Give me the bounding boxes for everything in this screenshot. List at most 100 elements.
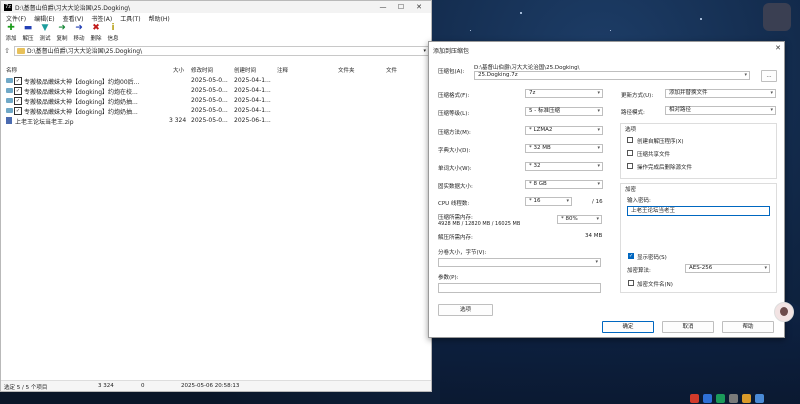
archive-label: 压缩包(A): (438, 69, 465, 75)
zip-file-icon (6, 117, 12, 124)
format-value: 7z (529, 90, 536, 96)
copy-button[interactable]: ➜ 复制 (55, 23, 69, 43)
chevron-down-icon: ▾ (597, 181, 600, 187)
test-button[interactable]: ▼ 测试 (38, 23, 52, 43)
menu-help[interactable]: 帮助(H) (149, 14, 170, 23)
tray-app-icon[interactable] (742, 394, 751, 403)
row-name: 上老王论坛当老王.zip (15, 119, 74, 126)
move-button[interactable]: ➜ 移动 (72, 24, 86, 43)
avatar[interactable] (774, 302, 794, 322)
format-select[interactable]: 7z ▾ (525, 89, 603, 98)
network-icon[interactable] (755, 394, 764, 403)
password-input[interactable]: 上老王论坛当老王 (627, 206, 770, 216)
row-checkbox[interactable]: ✓ (14, 107, 22, 115)
menu-view[interactable]: 查看(V) (63, 14, 84, 23)
enc-method-label: 加密算法: (627, 268, 651, 274)
maximize-button[interactable]: ☐ (392, 1, 410, 13)
desktop-app-icon[interactable] (763, 3, 791, 31)
cpu-select[interactable]: * 16 ▾ (525, 197, 572, 206)
method-select[interactable]: * LZMA2 ▾ (525, 126, 603, 135)
add-label: 添加 (5, 36, 17, 42)
copy-icon: ➜ (58, 23, 66, 33)
info-button[interactable]: i 信息 (106, 24, 120, 43)
level-label: 压缩等级(L): (438, 111, 470, 117)
chevron-down-icon: ▾ (597, 163, 600, 169)
solid-select[interactable]: * 8 GB ▾ (525, 180, 603, 189)
col-modified[interactable]: 修改时间 (191, 66, 213, 74)
mem-percent-select[interactable]: * 80% ▾ (557, 215, 602, 224)
ok-button[interactable]: 确定 (602, 321, 654, 333)
system-tray (690, 393, 764, 404)
up-folder-icon[interactable]: ⇧ (3, 47, 11, 55)
move-label: 移动 (73, 36, 85, 42)
tray-app-icon[interactable] (703, 394, 712, 403)
test-label: 测试 (39, 36, 51, 42)
keyboard-icon[interactable] (729, 394, 738, 403)
table-row[interactable]: ✓ 专搬极品嫩妹大神【dogking】约炮在校... 2025-05-0... … (1, 86, 431, 96)
browse-button[interactable]: ... (761, 70, 777, 82)
row-size: 3 324 (169, 117, 187, 124)
level-select[interactable]: 5 - 标准压缩 ▾ (525, 107, 603, 116)
toolbar: ✚ 添加 ▬ 解压 ▼ 测试 ➜ 复制 ➜ 移动 ✖ 删除 i 信息 (1, 23, 431, 45)
sfx-checkbox[interactable] (627, 137, 633, 143)
update-select[interactable]: 添加并替换文件 ▾ (665, 89, 776, 98)
encrypt-names-checkbox[interactable] (628, 280, 634, 286)
table-row[interactable]: ✓ 专搬极品嫩妹大神【dogking】约炮00后... 2025-05-0...… (1, 76, 431, 86)
cancel-button[interactable]: 取消 (662, 321, 714, 333)
params-input[interactable] (438, 283, 601, 293)
file-manager-window: 7z D:\基督山伯爵\习大大论治国\25.Dogking\ — ☐ ✕ 文件(… (0, 0, 432, 392)
word-select[interactable]: * 32 ▾ (525, 162, 603, 171)
status-size: 3 324 (98, 383, 114, 389)
row-checkbox[interactable]: ✓ (14, 87, 22, 95)
close-button[interactable]: ✕ (410, 1, 428, 13)
menu-file[interactable]: 文件(F) (6, 14, 26, 23)
col-created[interactable]: 创建时间 (234, 66, 256, 74)
cpu-total: / 16 (592, 199, 603, 205)
pathmode-value: 相对路径 (669, 107, 692, 113)
menu-edit[interactable]: 编辑(E) (34, 14, 54, 23)
col-folders[interactable]: 文件夹 (338, 66, 355, 74)
menu-bookmarks[interactable]: 书签(A) (91, 14, 112, 23)
table-row[interactable]: 上老王论坛当老王.zip 3 324 2025-05-0... 2025-06-… (1, 116, 431, 126)
options-button[interactable]: 选项 (438, 304, 493, 316)
help-button[interactable]: 帮助 (722, 321, 774, 333)
cpu-value: * 16 (529, 198, 541, 204)
col-comment[interactable]: 注释 (277, 66, 288, 74)
shared-checkbox[interactable] (627, 150, 633, 156)
add-button[interactable]: ✚ 添加 (4, 24, 18, 43)
tray-app-icon[interactable] (716, 394, 725, 403)
col-size[interactable]: 大小 (173, 66, 184, 74)
dict-select[interactable]: * 32 MB ▾ (525, 144, 603, 153)
menu-tools[interactable]: 工具(T) (120, 14, 140, 23)
enc-method-select[interactable]: AES-256 ▾ (685, 264, 770, 273)
row-checkbox[interactable]: ✓ (14, 97, 22, 105)
pathmode-select[interactable]: 相对路径 ▾ (665, 106, 776, 115)
input-method-icon[interactable] (690, 394, 699, 403)
row-created: 2025-04-1... (234, 87, 271, 94)
title-bar: 7z D:\基督山伯爵\习大大论治国\25.Dogking\ — ☐ ✕ (1, 1, 431, 13)
folder-icon (17, 47, 25, 54)
extract-button[interactable]: ▬ 解压 (21, 24, 35, 43)
menu-bar: 文件(F) 编辑(E) 查看(V) 书签(A) 工具(T) 帮助(H) (1, 13, 431, 23)
archive-name-input[interactable]: 25.Dogking.7z ▾ (474, 71, 750, 80)
delete-after-checkbox[interactable] (627, 163, 633, 169)
delete-button[interactable]: ✖ 删除 (89, 24, 103, 43)
minimize-button[interactable]: — (374, 1, 392, 13)
test-icon: ▼ (41, 23, 49, 33)
chevron-down-icon[interactable]: ▾ (423, 48, 426, 54)
show-password-checkbox[interactable]: ✓ (628, 253, 634, 259)
sfx-label: 创建自解压程序(X) (637, 139, 684, 145)
split-select[interactable]: ▾ (438, 258, 601, 267)
path-input[interactable]: D:\基督山伯爵\习大大论治国\25.Dogking\ ▾ (14, 45, 429, 56)
encryption-title: 加密 (625, 187, 637, 193)
col-files[interactable]: 文件 (386, 66, 397, 74)
table-row[interactable]: ✓ 专搬极品嫩妹大神【dogking】约炮奶抽... 2025-05-0... … (1, 106, 431, 116)
window-title: D:\基督山伯爵\习大大论治国\25.Dogking\ (15, 4, 131, 12)
row-checkbox[interactable]: ✓ (14, 77, 22, 85)
table-row[interactable]: ✓ 专搬极品嫩妹大神【dogking】约炮奶抽... 2025-05-0... … (1, 96, 431, 106)
chevron-down-icon: ▾ (597, 145, 600, 151)
close-icon[interactable]: ✕ (775, 44, 781, 52)
col-name[interactable]: 名称 (6, 66, 17, 74)
row-created: 2025-04-1... (234, 97, 271, 104)
archive-name-text: 25.Dogking.7z (478, 72, 518, 78)
